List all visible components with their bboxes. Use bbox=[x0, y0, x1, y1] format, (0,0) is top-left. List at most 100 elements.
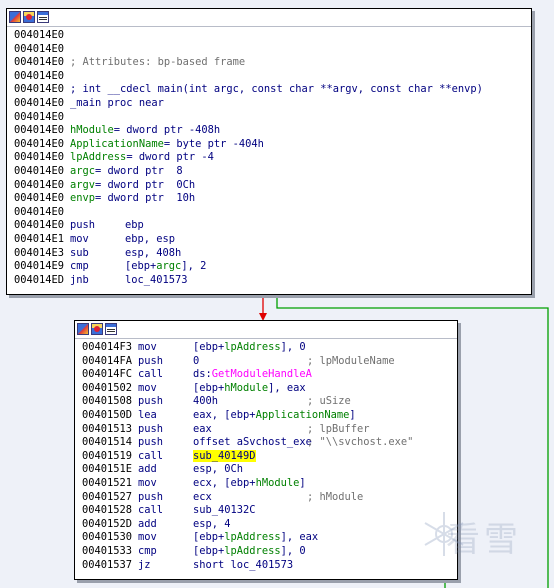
listing-line[interactable]: 004014E0 hModule= dword ptr -408h bbox=[7, 124, 531, 138]
listing-line[interactable]: 004014E0 bbox=[7, 43, 531, 57]
listing-line[interactable]: 004014E0 ; Attributes: bp-based frame bbox=[7, 56, 531, 70]
code-block-main-entry[interactable]: 004014E0 004014E0 004014E0; Attributes: bp… bbox=[6, 8, 532, 295]
stack-variable-name[interactable]: envp bbox=[70, 192, 95, 204]
rename-block-icon[interactable] bbox=[23, 11, 35, 23]
stack-variable-def[interactable]: envp= dword ptr 10h bbox=[70, 192, 195, 206]
listing-line[interactable]: 004014E0 ApplicationName= byte ptr -404h bbox=[7, 138, 531, 152]
operand-text[interactable]: ebp bbox=[125, 219, 144, 231]
block-listing-icon[interactable] bbox=[37, 11, 49, 23]
operand-text[interactable]: sub_40132C bbox=[193, 504, 256, 516]
operand-text[interactable]: ecx bbox=[193, 491, 212, 503]
listing-line[interactable]: 004014ED jnb loc_401573 bbox=[7, 274, 531, 288]
instruction-mnemonic[interactable]: push bbox=[138, 355, 163, 369]
listing-line[interactable]: 00401527 push ecx ; hModule bbox=[75, 491, 457, 505]
listing-line[interactable]: 00401537 jz short loc_401573 bbox=[75, 559, 457, 573]
listing-line[interactable]: 004014E0 bbox=[7, 70, 531, 84]
stack-variable-name[interactable]: hModule bbox=[70, 124, 114, 136]
instruction-operands[interactable]: [ebp+lpAddress], 0 bbox=[193, 545, 306, 559]
instruction-operands[interactable]: short loc_401573 bbox=[193, 559, 293, 573]
instruction-mnemonic[interactable]: push bbox=[70, 219, 95, 233]
instruction-operands[interactable]: eax bbox=[193, 423, 212, 437]
instruction-operands[interactable]: offset aSvchost_exe bbox=[193, 436, 312, 450]
instruction-operands[interactable]: [ebp+lpAddress], 0 bbox=[193, 341, 306, 355]
listing-line[interactable]: 004014E0 lpAddress= dword ptr -4 bbox=[7, 151, 531, 165]
instruction-operands[interactable]: ebp, esp bbox=[125, 233, 175, 247]
instruction-mnemonic[interactable]: cmp bbox=[138, 545, 157, 559]
instruction-operands[interactable]: [ebp+lpAddress], eax bbox=[193, 531, 318, 545]
listing-line[interactable]: 004014E1 mov ebp, esp bbox=[7, 233, 531, 247]
instruction-mnemonic[interactable]: add bbox=[138, 518, 157, 532]
instruction-operands[interactable]: [ebp+hModule], eax bbox=[193, 382, 306, 396]
instruction-mnemonic[interactable]: call bbox=[138, 504, 163, 518]
instruction-operands[interactable]: esp, 0Ch bbox=[193, 463, 243, 477]
instruction-operands[interactable]: ds:GetModuleHandleA bbox=[193, 368, 312, 382]
listing-line[interactable]: 00401508 push 400h ; uSize bbox=[75, 395, 457, 409]
listing-line[interactable]: 00401519 call sub_40149D bbox=[75, 449, 457, 464]
instruction-mnemonic[interactable]: jnb bbox=[70, 274, 89, 288]
instruction-operands[interactable]: sub_40149D bbox=[193, 449, 256, 464]
operand-variable-name[interactable]: ApplicationName bbox=[256, 409, 350, 421]
operand-import-name[interactable]: GetModuleHandleA bbox=[212, 368, 312, 380]
stack-variable-name[interactable]: argv bbox=[70, 179, 95, 191]
instruction-operands[interactable]: sub_40132C bbox=[193, 504, 256, 518]
graph-color-icon[interactable] bbox=[77, 323, 89, 335]
instruction-mnemonic[interactable]: mov bbox=[138, 341, 157, 355]
stack-variable-def[interactable]: ApplicationName= byte ptr -404h bbox=[70, 138, 264, 152]
instruction-operands[interactable]: 400h bbox=[193, 395, 218, 409]
instruction-operands[interactable]: esp, 408h bbox=[125, 247, 181, 261]
operand-text[interactable]: short loc_401573 bbox=[193, 559, 293, 571]
operand-text[interactable]: loc_401573 bbox=[125, 274, 188, 286]
operand-text[interactable]: eax bbox=[193, 423, 212, 435]
instruction-operands[interactable]: eax, [ebp+ApplicationName] bbox=[193, 409, 356, 423]
listing-line[interactable]: 004014E0 bbox=[7, 29, 531, 43]
listing-line[interactable]: 004014E0 argc= dword ptr 8 bbox=[7, 165, 531, 179]
instruction-operands[interactable]: 0 bbox=[193, 355, 199, 369]
instruction-mnemonic[interactable]: call bbox=[138, 368, 163, 382]
listing-line[interactable]: 004014E3 sub esp, 408h bbox=[7, 247, 531, 261]
operand-variable-name[interactable]: hModule bbox=[224, 382, 268, 394]
operand-text[interactable]: esp, 408h bbox=[125, 247, 181, 259]
operand-text[interactable]: offset aSvchost_exe bbox=[193, 436, 312, 448]
stack-variable-name[interactable]: ApplicationName bbox=[70, 138, 164, 150]
rename-block-icon[interactable] bbox=[91, 323, 103, 335]
listing-line[interactable]: 004014E0 bbox=[7, 111, 531, 125]
instruction-mnemonic[interactable]: sub bbox=[70, 247, 89, 261]
operand-text[interactable]: 400h bbox=[193, 395, 218, 407]
operand-variable-name[interactable]: argc bbox=[156, 260, 181, 272]
instruction-mnemonic[interactable]: jz bbox=[138, 559, 151, 573]
listing-line[interactable]: 0040150D lea eax, [ebp+ApplicationName] bbox=[75, 409, 457, 423]
operand-text[interactable]: ebp, esp bbox=[125, 233, 175, 245]
instruction-mnemonic[interactable]: push bbox=[138, 423, 163, 437]
listing-line[interactable]: 004014E0 _main proc near bbox=[7, 97, 531, 111]
instruction-mnemonic[interactable]: mov bbox=[138, 477, 157, 491]
instruction-mnemonic[interactable]: lea bbox=[138, 409, 157, 423]
listing-line[interactable]: 0040151E add esp, 0Ch bbox=[75, 463, 457, 477]
stack-variable-def[interactable]: hModule= dword ptr -408h bbox=[70, 124, 220, 138]
listing-line[interactable]: 004014E0 envp= dword ptr 10h bbox=[7, 192, 531, 206]
operand-variable-name[interactable]: hModule bbox=[256, 477, 300, 489]
instruction-operands[interactable]: ecx, [ebp+hModule] bbox=[193, 477, 306, 491]
operand-text[interactable]: esp, 4 bbox=[193, 518, 231, 530]
instruction-operands[interactable]: esp, 4 bbox=[193, 518, 231, 532]
stack-variable-name[interactable]: lpAddress bbox=[70, 151, 126, 163]
instruction-mnemonic[interactable]: mov bbox=[138, 531, 157, 545]
listing-line[interactable]: 004014E0 bbox=[7, 206, 531, 220]
instruction-mnemonic[interactable]: add bbox=[138, 463, 157, 477]
stack-variable-def[interactable]: lpAddress= dword ptr -4 bbox=[70, 151, 214, 165]
listing-line[interactable]: 004014FC call ds:GetModuleHandleA bbox=[75, 368, 457, 382]
instruction-mnemonic[interactable]: push bbox=[138, 395, 163, 409]
instruction-mnemonic[interactable]: cmp bbox=[70, 260, 89, 274]
listing-line[interactable]: 004014E0 ; int __cdecl main(int argc, con… bbox=[7, 83, 531, 97]
instruction-mnemonic[interactable]: mov bbox=[70, 233, 89, 247]
instruction-operands[interactable]: ecx bbox=[193, 491, 212, 505]
operand-variable-name[interactable]: lpAddress bbox=[224, 531, 280, 543]
listing-line[interactable]: 004014E9 cmp [ebp+argc], 2 bbox=[7, 260, 531, 274]
instruction-operands[interactable]: [ebp+argc], 2 bbox=[125, 260, 206, 274]
instruction-mnemonic[interactable]: push bbox=[138, 436, 163, 450]
operand-variable-name[interactable]: lpAddress bbox=[224, 545, 280, 557]
instruction-mnemonic[interactable]: call bbox=[138, 450, 163, 464]
instruction-operands[interactable]: loc_401573 bbox=[125, 274, 188, 288]
listing-line[interactable]: 004014E0 push ebp bbox=[7, 219, 531, 233]
instruction-operands[interactable]: ebp bbox=[125, 219, 144, 233]
listing-line[interactable]: 00401521 mov ecx, [ebp+hModule] bbox=[75, 477, 457, 491]
